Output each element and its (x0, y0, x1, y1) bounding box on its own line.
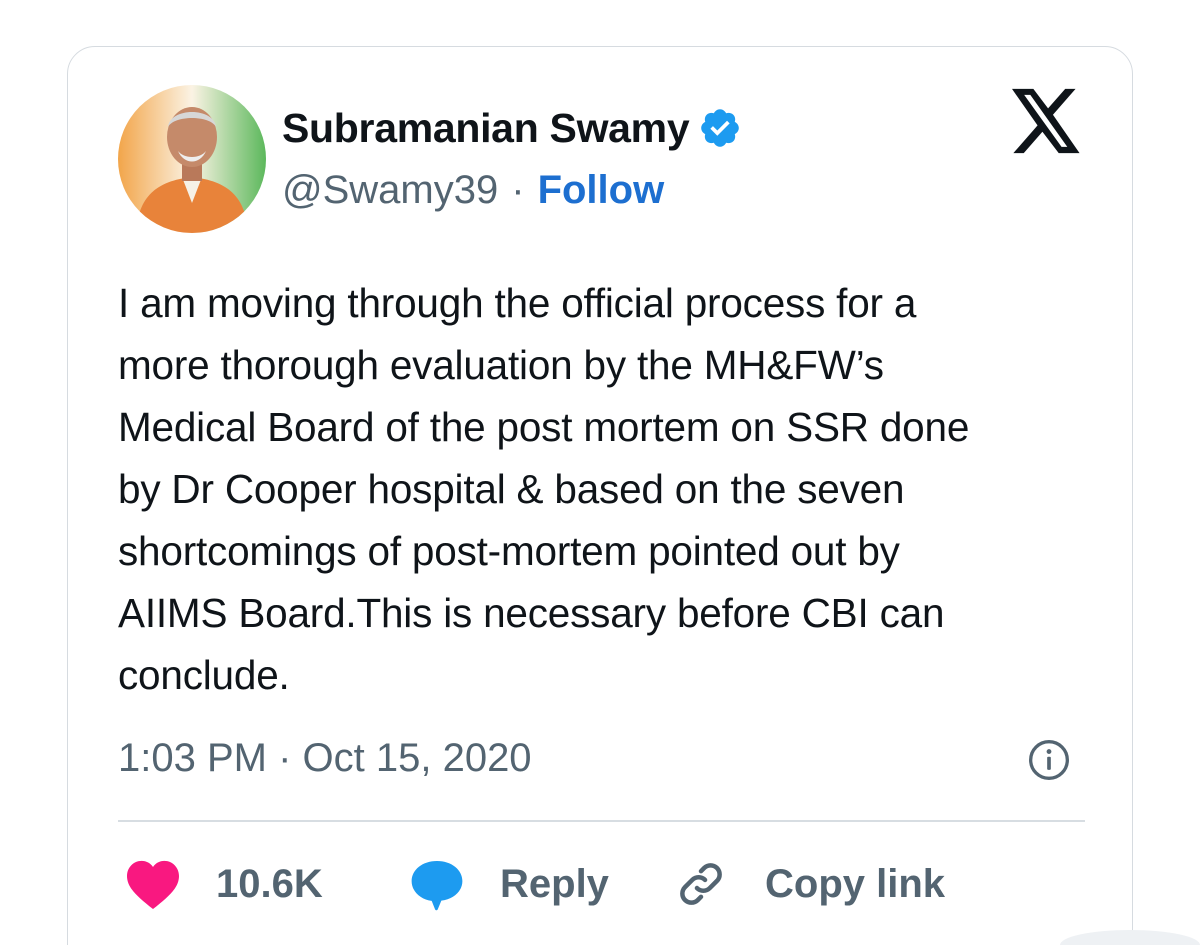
reply-label: Reply (500, 861, 609, 906)
avatar[interactable] (118, 85, 266, 233)
reply-bubble-icon (411, 861, 463, 911)
profile-photo-icon (118, 85, 266, 233)
info-icon[interactable] (1027, 738, 1071, 782)
link-icon (680, 863, 722, 905)
tweet-timestamp[interactable]: 1:03 PM · Oct 15, 2020 (118, 730, 532, 786)
reply-button[interactable]: Reply (408, 854, 609, 914)
copy-link-label: Copy link (765, 861, 946, 906)
author-display-name[interactable]: Subramanian Swamy (282, 105, 690, 152)
follow-button[interactable]: Follow (538, 168, 665, 213)
copy-link-button[interactable]: Copy link (674, 854, 945, 914)
like-button[interactable]: 10.6K (124, 854, 323, 914)
author-name-row: Subramanian Swamy (282, 98, 742, 158)
tweet-text: I am moving through the official process… (118, 280, 970, 698)
divider (118, 820, 1085, 822)
separator-dot: · (511, 167, 525, 212)
verified-badge-icon (701, 109, 740, 147)
heart-icon (127, 860, 179, 910)
author-handle-row: @Swamy39 · Follow (282, 162, 664, 218)
author-handle[interactable]: @Swamy39 (282, 168, 498, 213)
x-logo-icon[interactable] (1012, 88, 1082, 154)
like-count: 10.6K (216, 861, 323, 906)
